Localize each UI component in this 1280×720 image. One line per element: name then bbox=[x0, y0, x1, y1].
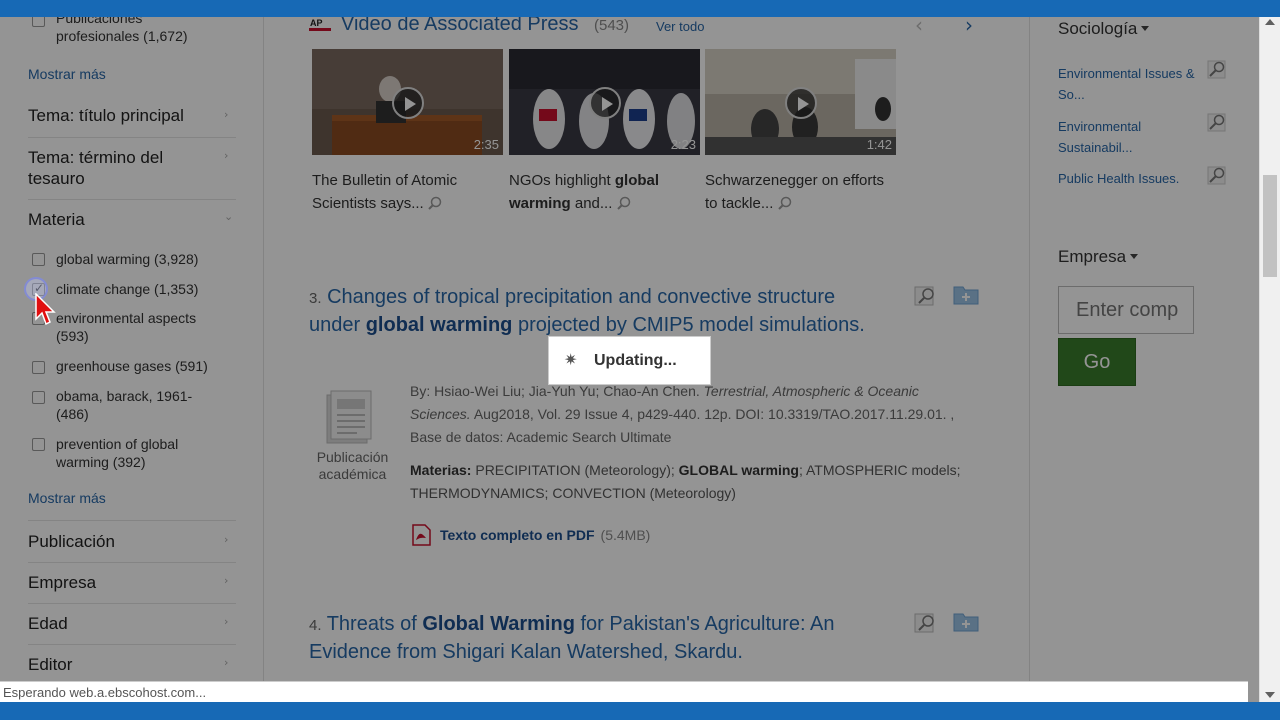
updating-dialog: ✷ Updating... bbox=[548, 336, 711, 385]
updating-text: Updating... bbox=[594, 352, 677, 369]
scroll-up-icon[interactable] bbox=[1265, 19, 1275, 25]
mouse-cursor-icon bbox=[35, 293, 56, 326]
page-scrollbar[interactable] bbox=[1259, 17, 1280, 702]
taskbar bbox=[0, 702, 1280, 720]
scroll-down-icon[interactable] bbox=[1265, 692, 1275, 698]
scroll-thumb[interactable] bbox=[1263, 175, 1277, 277]
browser-top-bar bbox=[0, 0, 1280, 17]
browser-status-bar: Esperando web.a.ebscohost.com... bbox=[0, 681, 1248, 702]
spinner-icon: ✷ bbox=[564, 350, 578, 369]
